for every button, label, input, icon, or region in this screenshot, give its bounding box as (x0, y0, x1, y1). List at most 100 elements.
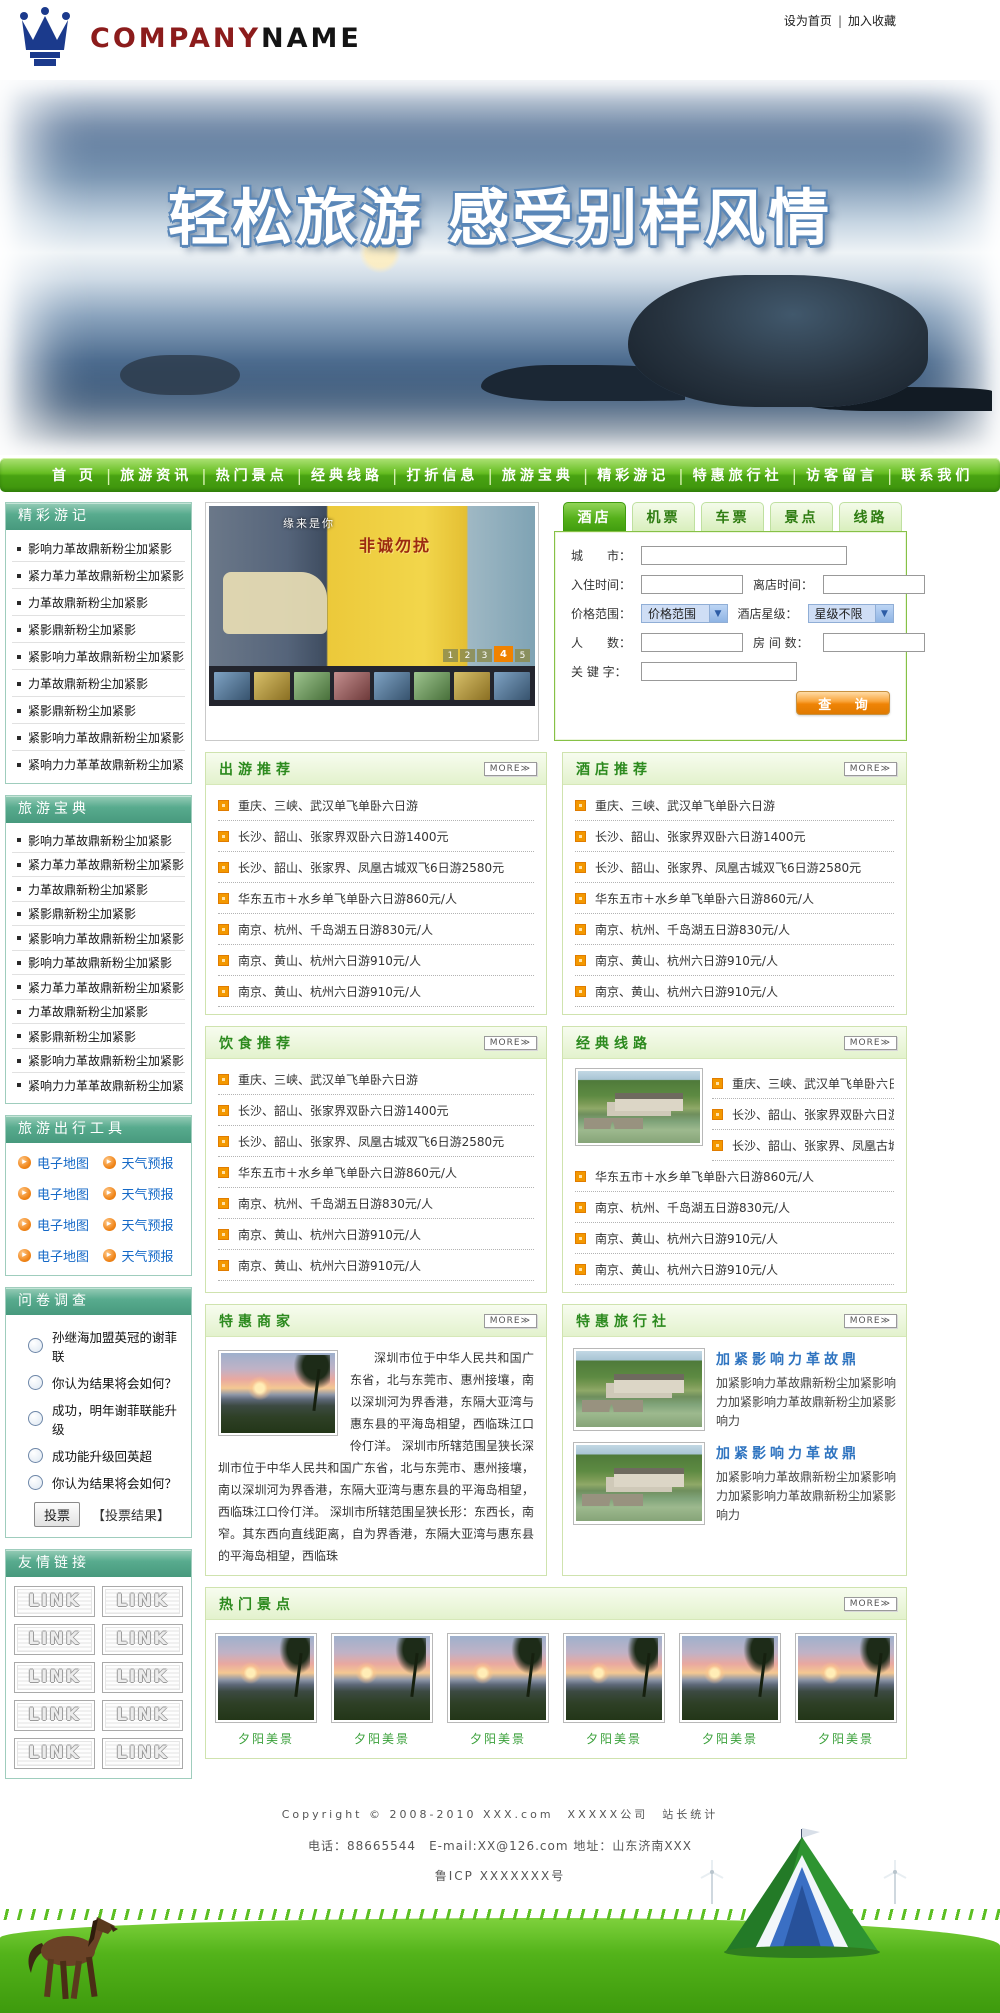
more-button[interactable]: MORE≫ (844, 1314, 897, 1328)
list-item[interactable]: 南京、黄山、杭州六日游910元/人 (218, 945, 534, 976)
nav-item-guestbook[interactable]: 访客留言 (806, 465, 878, 485)
list-item[interactable]: 紧影鼎新粉尘加紧影 (12, 902, 185, 927)
rooms-input[interactable] (823, 633, 925, 652)
survey-option[interactable]: 你认为结果将会如何？ (28, 1373, 185, 1392)
list-item[interactable]: 紧力革力革故鼎新粉尘加紧影 (12, 562, 185, 589)
survey-option[interactable]: 你认为结果将会如何？ (28, 1473, 185, 1492)
pager-number[interactable]: 5 (515, 649, 530, 662)
map-link[interactable]: ▸电子地图 (18, 1246, 103, 1265)
keyword-input[interactable] (641, 662, 797, 681)
agency-card[interactable]: 加紧影响力革故鼎 加紧影响力革故鼎新粉尘加紧影响力加紧影响力革故鼎新粉尘加紧影响… (573, 1348, 896, 1431)
list-item[interactable]: 长沙、韶山、张家界、凤凰古城双飞6日游2580元 (575, 852, 894, 883)
list-item[interactable]: 长沙、韶山、张家界双卧六日游1400元 (575, 821, 894, 852)
agency-card[interactable]: 加紧影响力革故鼎 加紧影响力革故鼎新粉尘加紧影响力加紧影响力革故鼎新粉尘加紧影响… (573, 1442, 896, 1525)
list-item[interactable]: 南京、黄山、杭州六日游910元/人 (218, 1219, 534, 1250)
list-item[interactable]: 南京、黄山、杭州六日游910元/人 (218, 1250, 534, 1281)
survey-option[interactable]: 孙继海加盟英冠的谢菲联 (28, 1327, 185, 1365)
price-select[interactable]: 价格范围▼ (641, 604, 728, 623)
tab-train[interactable]: 车票 (701, 502, 764, 531)
spot-thumbnail[interactable]: 夕阳美景 (679, 1633, 781, 1747)
map-link[interactable]: ▸电子地图 (18, 1184, 103, 1203)
more-button[interactable]: MORE≫ (844, 762, 897, 776)
list-item[interactable]: 华东五市＋水乡单飞单卧六日游860元/人 (218, 1157, 534, 1188)
list-item[interactable]: 南京、杭州、千岛湖五日游830元/人 (575, 914, 894, 945)
survey-option[interactable]: 成功，明年谢菲联能升级 (28, 1400, 185, 1438)
list-item[interactable]: 重庆、三峡、武汉单飞单卧六日游 (218, 1064, 534, 1095)
more-button[interactable]: MORE≫ (484, 1036, 537, 1050)
more-button[interactable]: MORE≫ (484, 762, 537, 776)
list-item[interactable]: 力革故鼎新粉尘加紧影 (12, 670, 185, 697)
list-item[interactable]: 重庆、三峡、武汉单飞单卧六日游 (218, 790, 534, 821)
tab-route[interactable]: 线路 (839, 502, 902, 531)
nav-item-discount[interactable]: 打折信息 (406, 465, 478, 485)
more-button[interactable]: MORE≫ (844, 1036, 897, 1050)
city-input[interactable] (641, 546, 847, 565)
list-item[interactable]: 长沙、韶山、张家界双卧六日游14 (712, 1099, 894, 1130)
weather-link[interactable]: ▸天气预报 (103, 1246, 188, 1265)
map-link[interactable]: ▸电子地图 (18, 1153, 103, 1172)
spot-thumbnail[interactable]: 夕阳美景 (563, 1633, 665, 1747)
pager-number[interactable]: 3 (477, 649, 492, 662)
spot-thumbnail[interactable]: 夕阳美景 (795, 1633, 897, 1747)
radio-icon[interactable] (28, 1411, 43, 1426)
carousel[interactable]: 缘来是你 非诚勿扰 1 2 3 4 5 (205, 502, 539, 741)
pager-number[interactable]: 2 (460, 649, 475, 662)
radio-icon[interactable] (28, 1448, 43, 1463)
list-item[interactable]: 长沙、韶山、张家界双卧六日游1400元 (218, 821, 534, 852)
friend-link-banner[interactable]: LINK (102, 1624, 183, 1655)
friend-link-banner[interactable]: LINK (102, 1662, 183, 1693)
list-item[interactable]: 南京、黄山、杭州六日游910元/人 (575, 945, 894, 976)
list-item[interactable]: 紧影响力革故鼎新粉尘加紧影 (12, 926, 185, 951)
weather-link[interactable]: ▸天气预报 (103, 1153, 188, 1172)
nav-item-home[interactable]: 首 页 (52, 465, 97, 485)
list-item[interactable]: 紧影鼎新粉尘加紧影 (12, 1024, 185, 1049)
list-item[interactable]: 紧力革力革故鼎新粉尘加紧影 (12, 853, 185, 878)
list-item[interactable]: 南京、黄山、杭州六日游910元/人 (218, 976, 534, 1007)
list-item[interactable]: 华东五市＋水乡单飞单卧六日游860元/人 (218, 883, 534, 914)
list-item[interactable]: 影响力革故鼎新粉尘加紧影 (12, 535, 185, 562)
nav-item-guide[interactable]: 旅游宝典 (502, 465, 574, 485)
spot-thumbnail[interactable]: 夕阳美景 (447, 1633, 549, 1747)
vote-result-link[interactable]: 【投票结果】 (92, 1505, 170, 1524)
list-item[interactable]: 影响力革故鼎新粉尘加紧影 (12, 828, 185, 853)
chevron-down-icon[interactable]: ▼ (875, 605, 893, 622)
vote-button[interactable]: 投票 (34, 1502, 80, 1527)
radio-icon[interactable] (28, 1375, 43, 1390)
more-button[interactable]: MORE≫ (484, 1314, 537, 1328)
list-item[interactable]: 南京、杭州、千岛湖五日游830元/人 (575, 1192, 894, 1223)
list-item[interactable]: 重庆、三峡、武汉单飞单卧六日游 (575, 790, 894, 821)
route-photo[interactable] (575, 1068, 703, 1146)
list-item[interactable]: 力革故鼎新粉尘加紧影 (12, 589, 185, 616)
list-item[interactable]: 紧影鼎新粉尘加紧影 (12, 616, 185, 643)
list-item[interactable]: 华东五市＋水乡单飞单卧六日游860元/人 (575, 1161, 894, 1192)
tab-hotel[interactable]: 酒店 (563, 502, 626, 531)
friend-link-banner[interactable]: LINK (14, 1586, 95, 1617)
list-item[interactable]: 紧影响力革故鼎新粉尘加紧影 (12, 1049, 185, 1074)
nav-item-hotspots[interactable]: 热门景点 (216, 465, 288, 485)
search-button[interactable]: 查 询 (796, 691, 890, 715)
list-item[interactable]: 紧响力力革革故鼎新粉尘加紧 (12, 751, 185, 777)
list-item[interactable]: 南京、黄山、杭州六日游910元/人 (575, 1254, 894, 1285)
tab-scenic[interactable]: 景点 (770, 502, 833, 531)
list-item[interactable]: 南京、黄山、杭州六日游910元/人 (575, 1223, 894, 1254)
list-item[interactable]: 南京、杭州、千岛湖五日游830元/人 (218, 914, 534, 945)
list-item[interactable]: 长沙、韶山、张家界、凤凰古城双飞6日游2580元 (218, 852, 534, 883)
star-select[interactable]: 星级不限▼ (808, 604, 895, 623)
weather-link[interactable]: ▸天气预报 (103, 1184, 188, 1203)
list-item[interactable]: 紧影响力革故鼎新粉尘加紧影 (12, 724, 185, 751)
pager-number-active[interactable]: 4 (494, 646, 513, 662)
set-home-link[interactable]: 设为首页 (784, 12, 832, 29)
list-item[interactable]: 影响力革故鼎新粉尘加紧影 (12, 951, 185, 976)
list-item[interactable]: 华东五市＋水乡单飞单卧六日游860元/人 (575, 883, 894, 914)
friend-link-banner[interactable]: LINK (14, 1624, 95, 1655)
friend-link-banner[interactable]: LINK (14, 1662, 95, 1693)
weather-link[interactable]: ▸天气预报 (103, 1215, 188, 1234)
spot-thumbnail[interactable]: 夕阳美景 (331, 1633, 433, 1747)
merchant-photo[interactable] (218, 1350, 338, 1436)
list-item[interactable]: 力革故鼎新粉尘加紧影 (12, 1000, 185, 1025)
nav-item-news[interactable]: 旅游资讯 (120, 465, 192, 485)
survey-option[interactable]: 成功能升级回英超 (28, 1446, 185, 1465)
checkout-input[interactable] (823, 575, 925, 594)
list-item[interactable]: 长沙、韶山、张家界、凤凰古城双飞6日游2580元 (218, 1126, 534, 1157)
add-favorite-link[interactable]: 加入收藏 (848, 12, 896, 29)
